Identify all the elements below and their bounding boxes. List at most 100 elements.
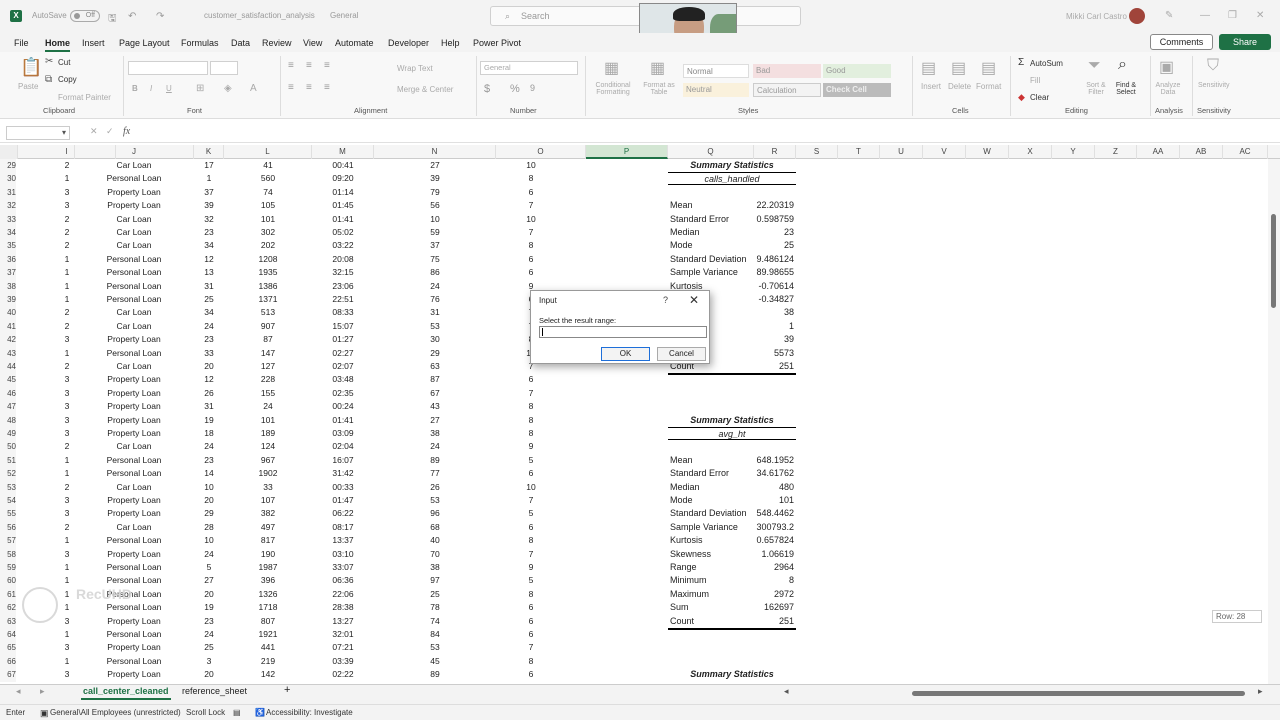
row-number[interactable]: 65 [0,641,16,655]
format-table-icon[interactable]: ▦ [650,58,665,78]
cell-k[interactable]: 23 [194,333,224,346]
borders-icon[interactable]: ⊞ [196,83,204,94]
cell-loan-type[interactable]: Personal Loan [74,601,194,614]
cell-l[interactable]: 228 [224,373,312,386]
cell-k[interactable]: 12 [194,253,224,266]
row-number[interactable]: 46 [0,386,16,401]
cell-loan-type[interactable]: Personal Loan [74,293,194,306]
format-painter-button[interactable]: Format Painter [58,93,111,102]
ok-button[interactable]: OK [601,347,650,361]
align-right-icon[interactable]: ≡ [324,82,330,93]
cell-m[interactable]: 02:27 [312,347,374,360]
confirm-formula-icon[interactable]: ✓ [106,126,114,137]
cell-n[interactable]: 40 [374,534,496,547]
cell-loan-type[interactable]: Car Loan [74,226,194,239]
cell-k[interactable]: 12 [194,373,224,386]
cell-k[interactable]: 20 [194,360,224,373]
cell-loan-type[interactable]: Car Loan [74,521,194,534]
cell-l[interactable]: 967 [224,454,312,467]
clear-button[interactable]: Clear [1030,93,1049,102]
column-header-selected[interactable]: P [586,145,668,159]
redo-icon[interactable]: ↷ [156,11,164,22]
sensitivity-label[interactable]: General [330,11,358,20]
cell-loan-type[interactable]: Property Loan [74,615,194,628]
comments-button[interactable]: Comments [1150,34,1213,50]
share-button[interactable]: Share [1219,34,1271,50]
cell-l[interactable]: 560 [224,172,312,185]
cell-m[interactable]: 01:14 [312,186,374,199]
style-bad[interactable]: Bad [753,64,821,78]
cell-loan-type[interactable]: Property Loan [74,373,194,386]
cell-l[interactable]: 74 [224,186,312,199]
font-size-combo[interactable] [210,61,238,75]
cell-k[interactable]: 1 [194,172,224,185]
column-header[interactable]: AA [1137,145,1180,159]
column-header[interactable]: J [74,145,194,159]
cell-loan-type[interactable]: Car Loan [74,159,194,172]
row-number[interactable]: 47 [0,400,16,414]
cell-loan-type[interactable]: Car Loan [74,440,194,453]
cell-k[interactable]: 34 [194,306,224,319]
cell-k[interactable]: 17 [194,159,224,172]
menu-developer[interactable]: Developer [388,38,429,48]
cell-loan-type[interactable]: Personal Loan [74,253,194,266]
cell-n[interactable]: 67 [374,387,496,400]
cell-n[interactable]: 78 [374,601,496,614]
cell-k[interactable]: 13 [194,266,224,279]
cell-m[interactable]: 33:07 [312,561,374,574]
cell-m[interactable]: 22:51 [312,293,374,306]
fill-color-icon[interactable]: ◈ [224,83,232,94]
cell-k[interactable]: 20 [194,668,224,681]
cell-m[interactable]: 03:39 [312,655,374,668]
cell-loan-type[interactable]: Personal Loan [74,534,194,547]
cell-m[interactable]: 06:22 [312,507,374,520]
row-number[interactable]: 31 [0,185,16,200]
sort-filter-icon[interactable]: ⏷ [1088,57,1101,75]
merge-center-button[interactable]: Merge & Center [397,85,453,94]
percent-icon[interactable]: % [510,83,520,95]
align-left-icon[interactable]: ≡ [288,82,294,93]
cell-l[interactable]: 1718 [224,601,312,614]
cell-m[interactable]: 06:36 [312,574,374,587]
row-number[interactable]: 32 [0,199,16,213]
cell-k[interactable]: 10 [194,481,224,494]
cell-k[interactable]: 20 [194,588,224,601]
copy-button[interactable]: Copy [58,75,77,84]
cell-n[interactable]: 24 [374,280,496,293]
cell-loan-type[interactable]: Personal Loan [74,172,194,185]
cell-m[interactable]: 13:27 [312,615,374,628]
cell-l[interactable]: 127 [224,360,312,373]
cell-l[interactable]: 1902 [224,467,312,480]
menu-page-layout[interactable]: Page Layout [119,38,170,48]
menu-review[interactable]: Review [262,38,292,48]
cell-loan-type[interactable]: Personal Loan [74,280,194,293]
column-header[interactable]: Z [1095,145,1137,159]
column-header[interactable]: M [312,145,374,159]
sensitivity-button[interactable]: Sensitivity [1198,82,1230,89]
row-number[interactable]: 51 [0,453,16,468]
cell-loan-type[interactable]: Property Loan [74,333,194,346]
cell-loan-type[interactable]: Property Loan [74,414,194,427]
cell-loan-type[interactable]: Personal Loan [74,266,194,279]
autosum-icon[interactable]: Σ [1018,57,1024,68]
row-number[interactable]: 37 [0,266,16,280]
cell-n[interactable]: 24 [374,440,496,453]
cell-n[interactable]: 38 [374,427,496,440]
tab-scroll-left-icon[interactable]: ◂ [16,686,21,697]
cell-loan-type[interactable]: Property Loan [74,668,194,681]
cell-k[interactable]: 28 [194,521,224,534]
cell-k[interactable]: 5 [194,561,224,574]
result-range-input[interactable] [539,326,707,338]
sensitivity-icon[interactable]: ⛉ [1207,57,1219,75]
row-number[interactable]: 38 [0,279,16,293]
cell-n[interactable]: 53 [374,494,496,507]
cell-n[interactable]: 59 [374,226,496,239]
cell-n[interactable]: 96 [374,507,496,520]
cell-n[interactable]: 86 [374,266,496,279]
menu-data[interactable]: Data [231,38,250,48]
row-number[interactable]: 52 [0,467,16,481]
cell-loan-type[interactable]: Personal Loan [74,655,194,668]
cell-k[interactable]: 32 [194,213,224,226]
cell-m[interactable]: 03:09 [312,427,374,440]
cell-n[interactable]: 53 [374,320,496,333]
